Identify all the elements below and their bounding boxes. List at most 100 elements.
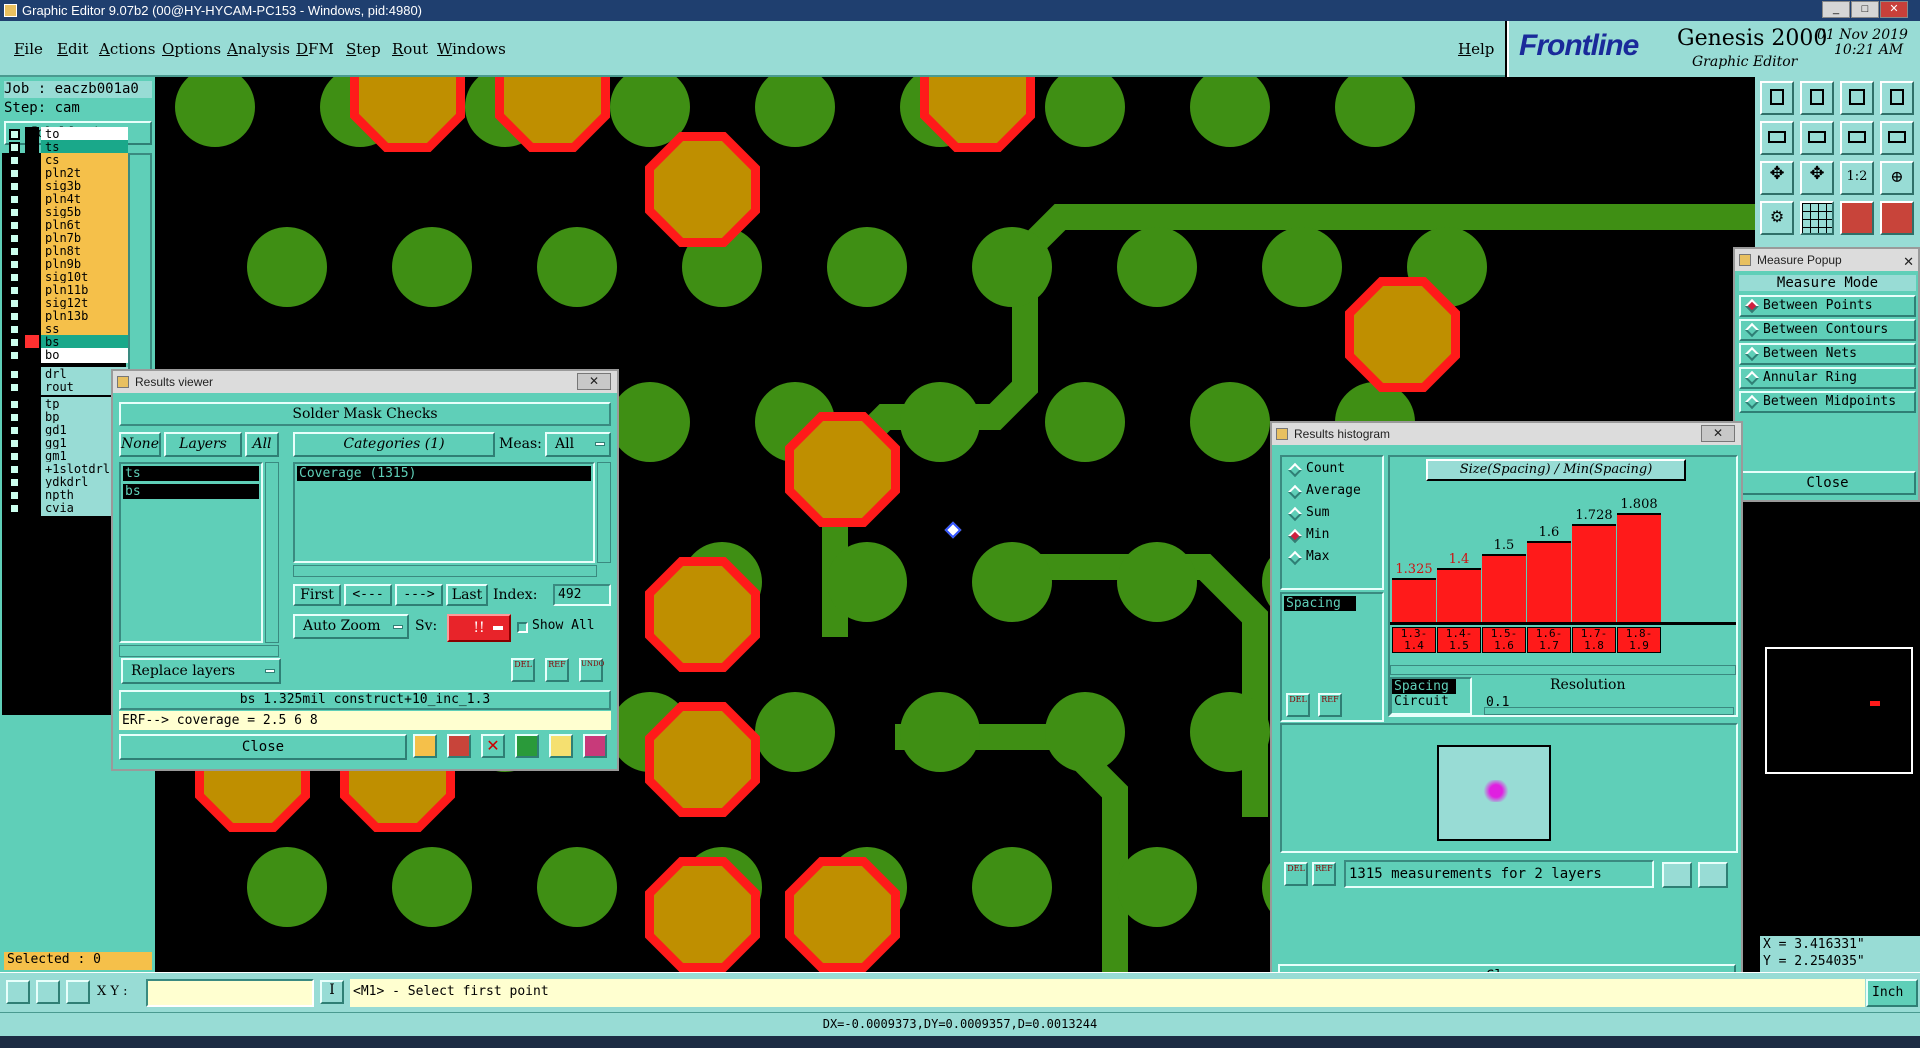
layer-result-item[interactable]: bs xyxy=(123,484,259,499)
menu-rout[interactable]: Rout xyxy=(392,40,428,58)
menu-dfm[interactable]: DFM xyxy=(296,40,334,58)
measure-mode-between-midpoints[interactable]: Between Midpoints xyxy=(1739,391,1916,413)
hist-del-button[interactable]: DEL xyxy=(1286,693,1310,717)
layer-checkbox[interactable] xyxy=(9,369,20,380)
layer-checkbox[interactable] xyxy=(9,324,20,335)
del-button[interactable]: DEL xyxy=(511,658,535,682)
histogram-bar[interactable] xyxy=(1617,512,1661,622)
undo-button[interactable]: UNDO xyxy=(579,658,604,682)
close-window-button[interactable]: ✕ xyxy=(1880,1,1908,18)
layer-checkbox[interactable] xyxy=(9,220,20,231)
all-layers-button[interactable]: All xyxy=(245,432,279,457)
layer-checkbox[interactable] xyxy=(9,233,20,244)
measure-popup-close-icon[interactable]: ✕ xyxy=(1903,251,1914,273)
histogram-bar[interactable] xyxy=(1392,578,1436,622)
bar-category-label[interactable]: 1.3- 1.4 xyxy=(1392,627,1436,653)
layer-row-rout[interactable]: rout xyxy=(6,380,128,395)
histogram-bar[interactable] xyxy=(1437,567,1481,622)
bar-category-label[interactable]: 1.6- 1.7 xyxy=(1527,627,1571,653)
layer-checkbox[interactable] xyxy=(9,503,20,514)
units-select[interactable]: Inch xyxy=(1866,979,1918,1007)
replace-layers-select[interactable]: Replace layers xyxy=(121,658,281,684)
hist-ref-button[interactable]: REF xyxy=(1318,693,1342,717)
hist-ref2-button[interactable]: REF xyxy=(1312,862,1336,886)
layer-checkbox[interactable] xyxy=(9,382,20,393)
layer-checkbox[interactable] xyxy=(9,207,20,218)
stat-option-count[interactable]: Count xyxy=(1287,461,1378,479)
layer-checkbox[interactable] xyxy=(9,399,20,410)
menu-options[interactable]: Options xyxy=(162,40,221,58)
layer-result-item[interactable]: ts xyxy=(123,466,259,481)
layer-checkbox[interactable] xyxy=(9,451,20,462)
layer-color-icon[interactable] xyxy=(413,734,437,758)
menu-actions[interactable]: Actions xyxy=(99,40,155,58)
measure-mode-between-points[interactable]: Between Points xyxy=(1739,295,1916,317)
minimize-button[interactable]: _ xyxy=(1822,1,1850,18)
histogram-close-icon[interactable]: ✕ xyxy=(1701,425,1735,442)
resolution-item[interactable]: Circuit xyxy=(1392,694,1470,709)
highlight-icon[interactable] xyxy=(447,734,471,758)
stat-list-item[interactable]: Spacing xyxy=(1284,596,1356,611)
measure-mode-between-nets[interactable]: Between Nets xyxy=(1739,343,1916,365)
xy-input[interactable] xyxy=(146,979,314,1007)
layer-results-list[interactable]: ts bs xyxy=(119,462,263,643)
layer-state[interactable] xyxy=(25,348,39,363)
next-button[interactable]: ---> xyxy=(395,584,443,606)
layer-list-vscroll[interactable] xyxy=(265,462,279,643)
menu-analysis[interactable]: Analysis xyxy=(227,40,290,58)
layer-checkbox[interactable] xyxy=(9,298,20,309)
layer-checkbox[interactable] xyxy=(9,477,20,488)
layer-checkbox[interactable] xyxy=(9,168,20,179)
tool-icon-2[interactable] xyxy=(1800,81,1834,115)
menu-windows[interactable]: Windows xyxy=(437,40,506,58)
layer-checkbox[interactable] xyxy=(9,272,20,283)
layer-checkbox[interactable] xyxy=(9,142,20,153)
histogram-bar[interactable] xyxy=(1482,554,1526,622)
home-icon[interactable] xyxy=(1840,81,1874,115)
layer-checkbox[interactable] xyxy=(9,181,20,192)
results-viewer-close-icon[interactable]: ✕ xyxy=(577,373,611,390)
meas-select[interactable]: All xyxy=(545,432,611,457)
index-input[interactable]: 492 xyxy=(553,584,611,606)
layer-list-hscroll[interactable] xyxy=(119,645,279,657)
zoom-in-icon[interactable]: ⊕ xyxy=(1880,161,1914,195)
histogram-bar[interactable] xyxy=(1572,523,1616,622)
sv-select[interactable]: !! xyxy=(447,614,511,642)
bar-category-label[interactable]: 1.8- 1.9 xyxy=(1617,627,1661,653)
menu-edit[interactable]: Edit xyxy=(57,40,88,58)
tool-icon-1[interactable] xyxy=(1760,81,1794,115)
prev-button[interactable]: <--- xyxy=(344,584,392,606)
layer-state[interactable] xyxy=(25,501,39,516)
results-close-button[interactable]: Close xyxy=(119,734,407,760)
grid-icon[interactable] xyxy=(1800,201,1834,235)
resolution-slider[interactable] xyxy=(1484,707,1734,715)
zoom-result-icon[interactable] xyxy=(1698,862,1728,888)
first-button[interactable]: First xyxy=(293,584,341,606)
categories-button[interactable]: Categories (1) xyxy=(293,432,495,457)
auto-zoom-select[interactable]: Auto Zoom xyxy=(293,614,409,639)
snap-icon[interactable]: ⚙ xyxy=(1760,201,1794,235)
layer-checkbox[interactable] xyxy=(9,259,20,270)
layer-checkbox[interactable] xyxy=(9,155,20,166)
layer-checkbox[interactable] xyxy=(9,464,20,475)
layer-state[interactable] xyxy=(25,380,39,395)
layer-checkbox[interactable] xyxy=(9,246,20,257)
layer-checkbox[interactable] xyxy=(9,438,20,449)
snap-grid-icon[interactable] xyxy=(66,980,90,1004)
layer-checkbox[interactable] xyxy=(9,311,20,322)
layer-row-bo[interactable]: bo xyxy=(6,348,128,363)
layer-checkbox[interactable] xyxy=(9,425,20,436)
maximize-button[interactable]: □ xyxy=(1851,1,1879,18)
layer-checkbox[interactable] xyxy=(9,285,20,296)
mirror-icon[interactable] xyxy=(1840,121,1874,155)
measure-net-icon[interactable] xyxy=(1880,201,1914,235)
layer-checkbox[interactable] xyxy=(9,337,20,348)
step-icon[interactable] xyxy=(515,734,539,758)
layer-checkbox[interactable] xyxy=(9,412,20,423)
stat-option-min[interactable]: Min xyxy=(1287,527,1378,545)
ref-button[interactable]: REF xyxy=(545,658,569,682)
zoom-1to2-icon[interactable]: 1:2 xyxy=(1840,161,1874,195)
overview-navigator[interactable]: X = 3.416331" Y = 2.254035" xyxy=(1755,502,1920,972)
measure-mode-between-contours[interactable]: Between Contours xyxy=(1739,319,1916,341)
layers-button[interactable]: Layers xyxy=(164,432,242,457)
